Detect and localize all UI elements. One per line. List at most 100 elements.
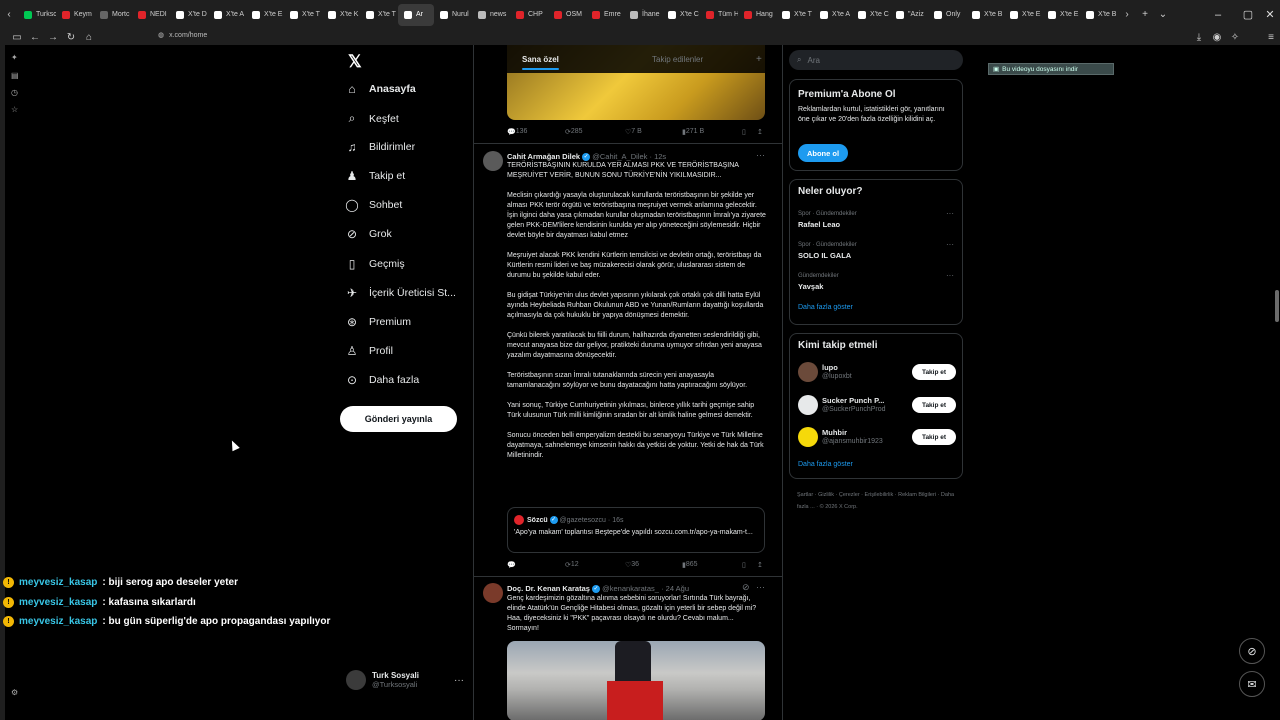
trend-item[interactable]: SOLO IL GALA [798, 251, 851, 260]
view-count[interactable]: ▮ 271 B [682, 128, 704, 136]
browser-tab[interactable]: X'te E [1042, 4, 1080, 26]
scrollbar[interactable] [1275, 290, 1279, 322]
tweet-more-icon[interactable]: ··· [756, 150, 765, 160]
trend-more-icon[interactable]: ··· [946, 240, 954, 249]
reply-icon[interactable]: 💬 [507, 561, 516, 569]
bookmark-icon[interactable]: ▯ [742, 561, 746, 569]
browser-tab[interactable]: X'te C [852, 4, 890, 26]
browser-tab[interactable]: İhane [624, 4, 662, 26]
repost-count[interactable]: ⟳ 12 [565, 561, 579, 569]
nav-item-bookmark[interactable]: ▯ Geçmiş [345, 257, 405, 271]
avatar[interactable] [798, 427, 818, 447]
new-tab-icon[interactable]: + [1136, 9, 1154, 20]
forward-icon[interactable]: → [44, 32, 62, 43]
extensions-icon[interactable]: ✧ [1226, 32, 1244, 43]
browser-tab[interactable]: Mortc [94, 4, 132, 26]
download-video-banner[interactable]: ▣ Bu videoyu dosyasını indir [988, 63, 1114, 75]
browser-tab[interactable]: NEDI [132, 4, 170, 26]
browser-tab[interactable]: X'te T [776, 4, 814, 26]
nav-item-home[interactable]: ⌂ Anasayfa [345, 82, 415, 96]
tab-list-icon[interactable]: ⌄ [1154, 9, 1172, 20]
post-button[interactable]: Gönderi yayınla [340, 406, 457, 432]
follow-button[interactable]: Takip et [912, 429, 956, 445]
home-browser-icon[interactable]: ⌂ [80, 32, 98, 43]
close-icon[interactable]: ✕ [1258, 0, 1280, 29]
sidebar-toggle-icon[interactable]: ▭ [8, 32, 26, 43]
account-more-icon[interactable]: ··· [454, 675, 464, 686]
x-logo-icon[interactable]: 𝕏 [348, 52, 362, 72]
bookmark-icon[interactable]: ▯ [742, 128, 746, 136]
browser-tab[interactable]: X'te K [322, 4, 360, 26]
footer-links[interactable]: Şartlar · Gizlilik · Çerezler · Erişileb… [797, 489, 957, 513]
tab-following[interactable]: Takip edilenler [652, 55, 703, 64]
avatar[interactable] [798, 362, 818, 382]
account-switcher[interactable]: Turk Sosyali @Turksosyali [346, 670, 419, 690]
browser-tab[interactable]: Turksc [18, 4, 56, 26]
nav-item-premium[interactable]: ⊛ Premium [345, 315, 411, 329]
menu-icon[interactable]: ≡ [1262, 32, 1280, 43]
browser-tab[interactable]: X'te E [1004, 4, 1042, 26]
reload-icon[interactable]: ↻ [62, 32, 80, 43]
trend-item[interactable]: Rafael Leao [798, 220, 840, 229]
download-icon[interactable]: ⤓ [1190, 32, 1208, 43]
repost-count[interactable]: ⟳ 285 [565, 128, 583, 136]
browser-tab[interactable]: news [472, 4, 510, 26]
quoted-tweet[interactable]: Sözcü ✓ @gazetesozcu · 16s 'Apo'ya makam… [507, 507, 765, 553]
browser-tab[interactable]: X'te A [814, 4, 852, 26]
browser-tab[interactable]: Ar [398, 3, 434, 26]
suggested-account-name[interactable]: Sucker Punch P... [822, 396, 884, 405]
reply-count[interactable]: 💬 136 [507, 128, 527, 136]
tab-scroll-right-icon[interactable]: › [1118, 9, 1136, 20]
browser-tab[interactable]: Nurul [434, 4, 472, 26]
tab-scroll-left-icon[interactable]: ‹ [0, 9, 18, 20]
suggested-account-name[interactable]: lupo [822, 363, 838, 372]
browser-tab[interactable]: "Aziz [890, 4, 928, 26]
nav-item-more[interactable]: ⊙ Daha fazla [345, 373, 419, 387]
back-icon[interactable]: ← [26, 32, 44, 43]
address-bar[interactable]: ◍ x.com/home [158, 31, 207, 40]
avatar[interactable] [798, 395, 818, 415]
trend-more-icon[interactable]: ··· [946, 209, 954, 218]
history-icon[interactable]: ◷ [11, 88, 18, 97]
tweet-more-icon[interactable]: ··· [756, 582, 765, 592]
nav-item-profile[interactable]: ♙ Profil [345, 344, 393, 358]
nav-item-follow[interactable]: ♟ Takip et [345, 169, 406, 183]
nav-item-creator[interactable]: ✈ İçerik Üreticisi St... [345, 286, 456, 300]
share-icon[interactable]: ↥ [757, 128, 763, 136]
browser-tab[interactable]: Keym [56, 4, 94, 26]
tweet-media[interactable] [507, 641, 765, 720]
trends-show-more[interactable]: Daha fazla göster [798, 304, 853, 311]
restore-icon[interactable]: ▢ [1236, 0, 1260, 29]
sparkle-icon[interactable]: ✦ [11, 53, 18, 62]
add-tab-icon[interactable]: + [756, 54, 762, 65]
browser-tab[interactable]: X'te C [662, 4, 700, 26]
nav-item-search[interactable]: ⌕ Keşfet [345, 111, 399, 126]
follow-button[interactable]: Takip et [912, 364, 956, 380]
like-count[interactable]: ♡ 7 B [625, 128, 642, 136]
minimize-icon[interactable]: – [1206, 0, 1230, 29]
search-input[interactable]: Ara [807, 56, 819, 65]
browser-tab[interactable]: OSM [548, 4, 586, 26]
messages-float-icon[interactable]: ✉ [1239, 671, 1265, 697]
avatar[interactable] [483, 151, 503, 171]
nav-item-bell[interactable]: ♫ Bildirimler [345, 140, 416, 154]
grok-float-icon[interactable]: ⊘ [1239, 638, 1265, 664]
browser-tab[interactable]: X'te B [1080, 4, 1118, 26]
share-icon[interactable]: ↥ [757, 561, 763, 569]
nav-item-grok[interactable]: ⊘ Grok [345, 227, 392, 241]
browser-tab[interactable]: Tüm H [700, 4, 738, 26]
like-count[interactable]: ♡ 36 [625, 561, 639, 569]
grok-icon[interactable]: ⊘ [742, 582, 750, 593]
who-show-more[interactable]: Daha fazla göster [798, 461, 853, 468]
browser-tab[interactable]: X'te T [360, 4, 398, 26]
browser-tab[interactable]: X'te A [208, 4, 246, 26]
tab-for-you[interactable]: Sana özel [522, 55, 559, 70]
browser-tab[interactable]: X'te T [284, 4, 322, 26]
browser-tab[interactable]: X'te D [170, 4, 208, 26]
browser-tab[interactable]: Only [928, 4, 966, 26]
follow-button[interactable]: Takip et [912, 397, 956, 413]
browser-tab[interactable]: X'te B [966, 4, 1004, 26]
trend-more-icon[interactable]: ··· [946, 271, 954, 280]
browser-tab[interactable]: X'te E [246, 4, 284, 26]
nav-item-chat[interactable]: ◯ Sohbet [345, 198, 402, 212]
